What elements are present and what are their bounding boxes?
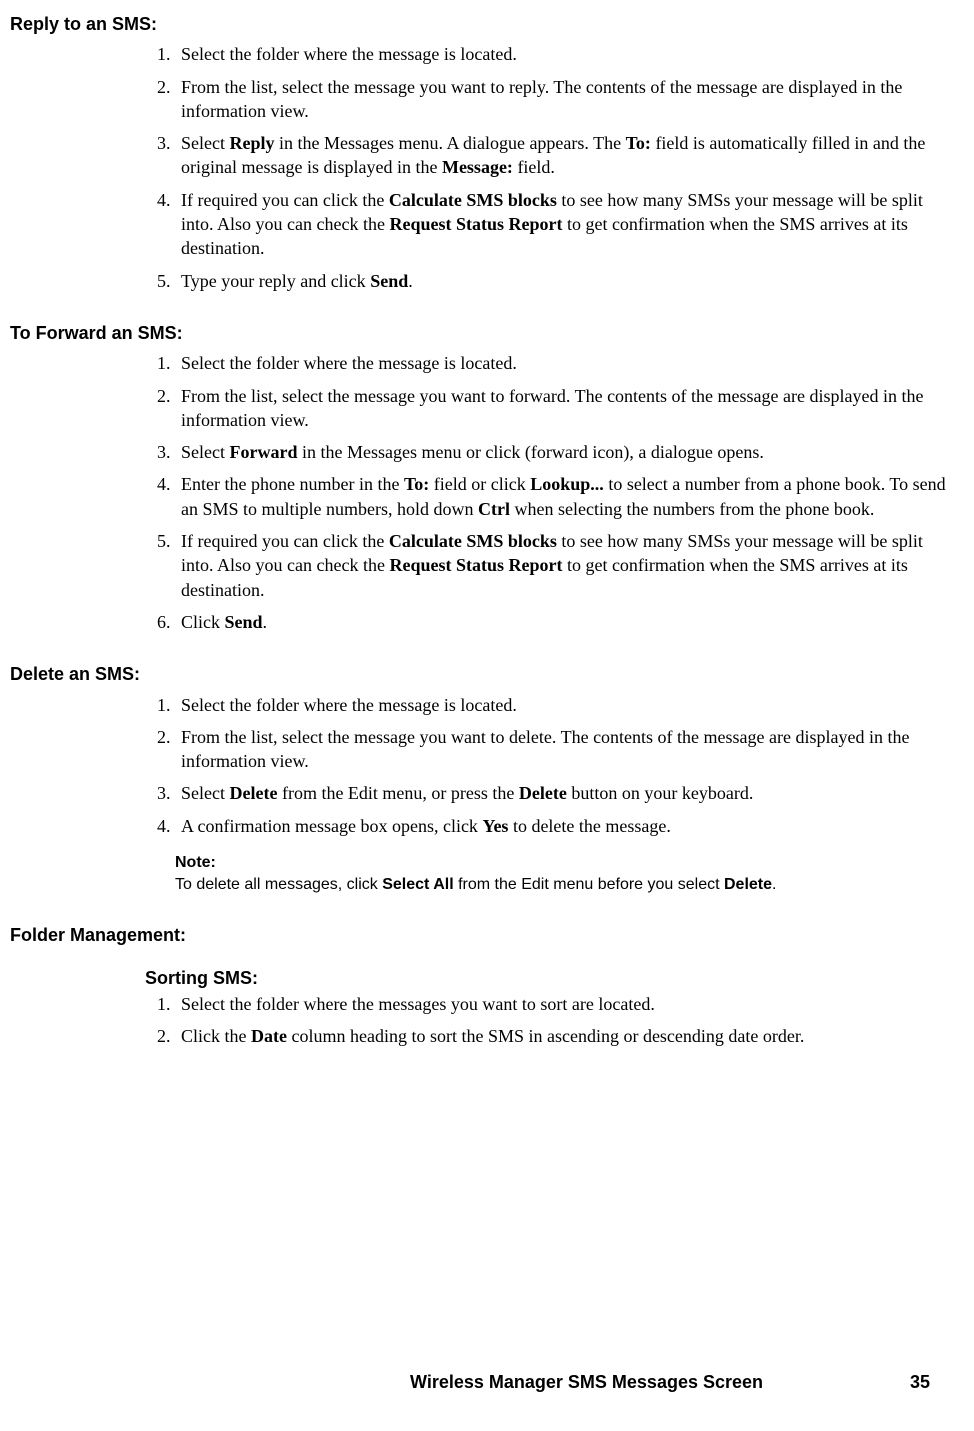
list-item: Select Forward in the Messages menu or c… bbox=[175, 440, 952, 464]
reply-steps: Select the folder where the message is l… bbox=[145, 42, 952, 293]
section-heading-reply: Reply to an SMS: bbox=[10, 12, 952, 36]
footer-page-number: 35 bbox=[910, 1370, 930, 1394]
note-label: Note: bbox=[175, 852, 952, 874]
section-heading-folder: Folder Management: bbox=[10, 923, 952, 947]
footer-title: Wireless Manager SMS Messages Screen bbox=[410, 1370, 763, 1394]
delete-steps: Select the folder where the message is l… bbox=[145, 693, 952, 838]
section-heading-delete: Delete an SMS: bbox=[10, 662, 952, 686]
note-block: Note: To delete all messages, click Sele… bbox=[175, 852, 952, 895]
list-item: Click the Date column heading to sort th… bbox=[175, 1024, 952, 1048]
list-item: Select Reply in the Messages menu. A dia… bbox=[175, 131, 952, 180]
sub-heading-sorting: Sorting SMS: bbox=[145, 966, 952, 990]
page-footer: Wireless Manager SMS Messages Screen 35 bbox=[10, 1370, 950, 1394]
list-item: Enter the phone number in the To: field … bbox=[175, 472, 952, 521]
forward-steps: Select the folder where the message is l… bbox=[145, 351, 952, 634]
note-text: To delete all messages, click Select All… bbox=[175, 874, 952, 896]
list-item: Click Send. bbox=[175, 610, 952, 634]
list-item: Select the folder where the messages you… bbox=[175, 992, 952, 1016]
section-heading-forward: To Forward an SMS: bbox=[10, 321, 952, 345]
list-item: Select the folder where the message is l… bbox=[175, 42, 952, 66]
list-item: Type your reply and click Send. bbox=[175, 269, 952, 293]
list-item: From the list, select the message you wa… bbox=[175, 75, 952, 124]
list-item: Select the folder where the message is l… bbox=[175, 351, 952, 375]
list-item: Select Delete from the Edit menu, or pre… bbox=[175, 781, 952, 805]
list-item: From the list, select the message you wa… bbox=[175, 725, 952, 774]
list-item: A confirmation message box opens, click … bbox=[175, 814, 952, 838]
sorting-steps: Select the folder where the messages you… bbox=[145, 992, 952, 1049]
list-item: If required you can click the Calculate … bbox=[175, 529, 952, 602]
list-item: From the list, select the message you wa… bbox=[175, 384, 952, 433]
list-item: Select the folder where the message is l… bbox=[175, 693, 952, 717]
list-item: If required you can click the Calculate … bbox=[175, 188, 952, 261]
